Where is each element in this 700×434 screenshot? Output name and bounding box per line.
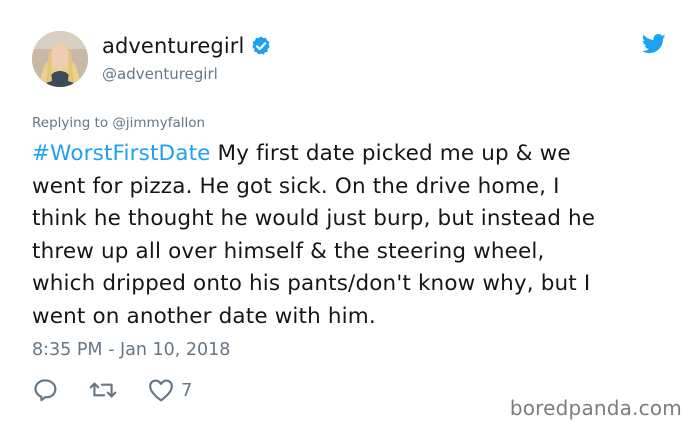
replying-to-prefix: Replying to: [32, 115, 109, 131]
tweet-timestamp[interactable]: 8:35 PM - Jan 10, 2018: [32, 340, 230, 360]
user-avatar-icon: [32, 31, 88, 87]
like-count: 7: [181, 379, 193, 401]
reply-button[interactable]: [32, 377, 58, 403]
hashtag-link[interactable]: #WorstFirstDate: [32, 141, 211, 166]
tweet-text-line-1: #WorstFirstDate My first date picked me …: [32, 138, 682, 171]
retweet-icon: [88, 377, 118, 403]
tweet-text-line-4: threw up all over himself & the steering…: [32, 238, 545, 264]
twitter-bird-icon[interactable]: [641, 34, 666, 54]
verified-badge-icon: [250, 35, 272, 57]
like-button[interactable]: 7: [148, 378, 192, 402]
tweet-text-line-2: went for pizza. He got sick. On the driv…: [32, 173, 560, 199]
retweet-button[interactable]: [88, 377, 118, 403]
watermark: boredpanda.com: [509, 396, 682, 420]
heart-icon: [148, 378, 174, 402]
avatar[interactable]: [32, 31, 88, 87]
display-name[interactable]: adventuregirl: [102, 34, 244, 58]
replying-to-handle[interactable]: @jimmyfallon: [112, 115, 205, 131]
reply-icon: [32, 377, 58, 403]
author-handle[interactable]: @adventuregirl: [102, 65, 272, 83]
author-block: adventuregirl @adventuregirl: [102, 33, 272, 83]
tweet-text-line-5: which dripped onto his pants/don't know …: [32, 271, 591, 296]
tweet-text-line-6: went on another date with him.: [32, 303, 376, 329]
tweet-text-line-3: think he thought he would just burp, but…: [32, 206, 596, 231]
tweet-text-segment: My first date picked me up & we: [210, 141, 571, 166]
tweet-actions: 7: [32, 376, 222, 404]
tweet-card: adventuregirl @adventuregirl Replying to…: [0, 0, 700, 434]
tweet-text: #WorstFirstDate My first date picked me …: [32, 138, 682, 333]
replying-to: Replying to @jimmyfallon: [32, 115, 205, 131]
